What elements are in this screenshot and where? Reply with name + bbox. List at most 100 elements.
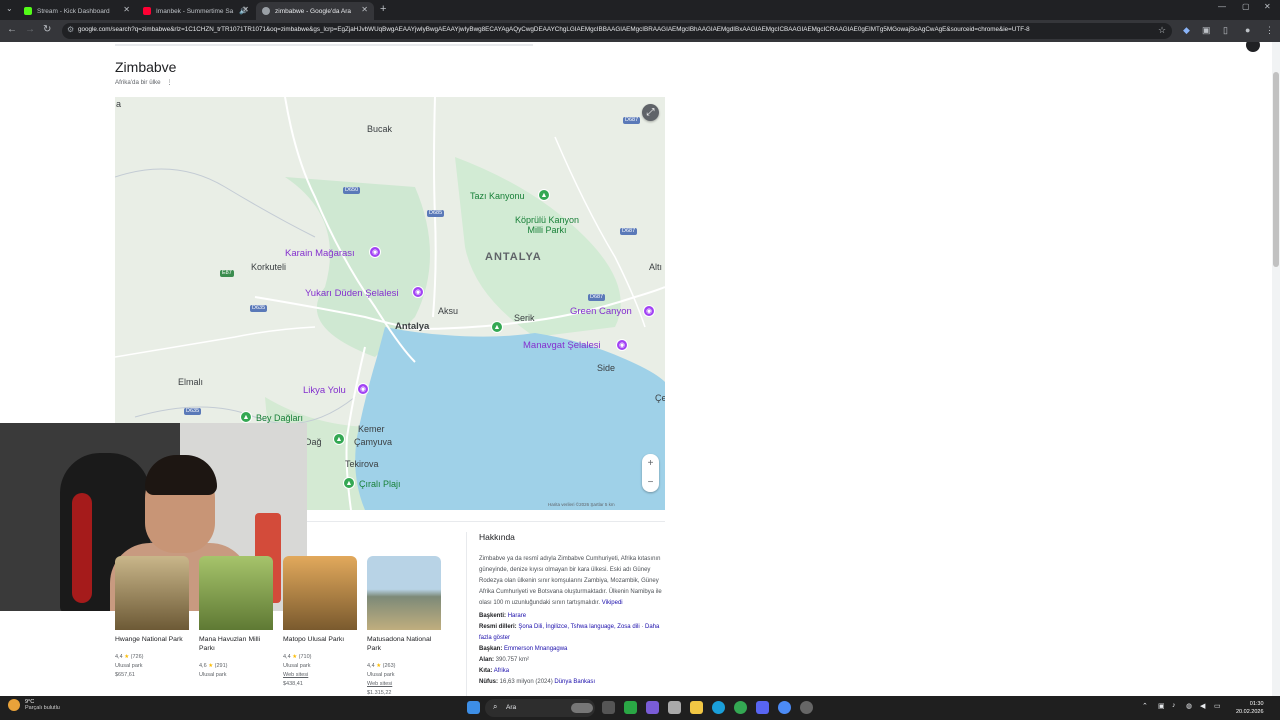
park-card[interactable]: Matusadona National Park 4,4 ★ (263) Ulu…: [367, 556, 441, 696]
site-info-icon[interactable]: ⚙: [67, 25, 74, 34]
forward-icon[interactable]: →: [25, 24, 35, 35]
park-pin-icon[interactable]: ▲: [491, 321, 503, 333]
park-price: $657,61: [115, 672, 135, 678]
battery-icon[interactable]: ▭: [1214, 702, 1221, 710]
park-pin-icon[interactable]: ▲: [343, 477, 355, 489]
map-label-side: Side: [597, 363, 616, 373]
poi-tazi-kanyonu[interactable]: Tazı Kanyonu: [470, 191, 525, 201]
tray-chevron-icon[interactable]: ⌃: [1142, 702, 1148, 710]
map-attribution[interactable]: Harita verileri ©2026 Şartlar 5 km: [548, 502, 615, 507]
zoom-out-icon[interactable]: −: [642, 473, 659, 492]
poi-manavgat[interactable]: Manavgat Şelalesi: [523, 340, 601, 351]
map-label-serik: Serik: [514, 313, 535, 323]
clock[interactable]: 01:30 20.02.2026: [1236, 700, 1264, 716]
expand-map-icon[interactable]: ⤢: [642, 104, 659, 121]
side-panel-icon[interactable]: ▯: [1223, 25, 1228, 36]
park-type: Ulusal park: [367, 672, 395, 678]
population-source-link[interactable]: Dünya Bankası: [554, 679, 595, 685]
file-explorer-icon[interactable]: [690, 701, 703, 714]
poi-karain[interactable]: Karain Mağarası: [285, 248, 355, 259]
minimize-icon[interactable]: —: [1218, 2, 1226, 11]
capital-link[interactable]: Harare: [508, 613, 526, 619]
more-options-icon[interactable]: ⋮: [167, 79, 173, 86]
poi-cirali-plaji[interactable]: Çıralı Plajı: [359, 479, 401, 489]
map-label-korkuteli: Korkuteli: [251, 262, 287, 272]
entity-title: Zimbabve: [115, 59, 177, 75]
chrome-active-icon[interactable]: [778, 701, 791, 714]
poi-yukari-duden[interactable]: Yukarı Düden Şelalesi: [305, 288, 398, 299]
poi-likya-yolu[interactable]: Likya Yolu: [303, 385, 346, 396]
close-icon[interactable]: ✕: [242, 5, 249, 14]
microphone-icon[interactable]: ♪: [1172, 702, 1176, 709]
tab-google[interactable]: zimbabwe - Google'da Ara ✕: [256, 2, 374, 20]
extensions-icon[interactable]: ▣: [1202, 25, 1211, 36]
fact-president: Başkan: Emmerson Mnangagwa: [479, 646, 568, 652]
discord-icon[interactable]: [756, 701, 769, 714]
close-icon[interactable]: ✕: [361, 5, 368, 14]
camera-pin-icon[interactable]: ◉: [616, 339, 628, 351]
scrollbar-thumb[interactable]: [1273, 72, 1279, 267]
park-card[interactable]: Matopo Ulusal Parkı 4,4 ★ (710) Ulusal p…: [283, 556, 357, 696]
poi-green-canyon[interactable]: Green Canyon: [570, 306, 632, 317]
app-icon[interactable]: [668, 701, 681, 714]
continent-link[interactable]: Afrika: [494, 668, 509, 674]
back-icon[interactable]: ←: [7, 24, 17, 35]
tab-search-icon[interactable]: ⌄: [6, 4, 13, 13]
edge-icon[interactable]: [712, 701, 725, 714]
url-text[interactable]: google.com/search?q=zimbabwe&rlz=1C1CHZN…: [78, 26, 1158, 33]
park-name: Matusadona National Park: [367, 636, 432, 652]
account-avatar[interactable]: [1246, 42, 1260, 52]
camera-pin-icon[interactable]: ◉: [369, 246, 381, 258]
park-card[interactable]: Mana Havuzları Milli Parkı 4,6 ★ (291) U…: [199, 556, 273, 696]
app-icon[interactable]: [624, 701, 637, 714]
maximize-icon[interactable]: ▢: [1242, 2, 1250, 11]
profile-icon[interactable]: ●: [1245, 25, 1250, 35]
taskbar-search[interactable]: ⌕ Ara: [485, 699, 595, 717]
wikipedia-link[interactable]: Vikipedi: [602, 600, 623, 606]
map-label-camyuva: Çamyuva: [354, 437, 393, 447]
camera-pin-icon[interactable]: ◉: [357, 383, 369, 395]
tray-app-icon[interactable]: ▣: [1158, 702, 1165, 710]
map-label-antalya-region: ANTALYA: [485, 251, 542, 263]
park-pin-icon[interactable]: ▲: [538, 189, 550, 201]
close-window-icon[interactable]: ✕: [1264, 2, 1271, 11]
camera-pin-icon[interactable]: ◉: [412, 286, 424, 298]
entity-subtitle-text: Afrika'da bir ülke: [115, 79, 161, 86]
bookmark-star-icon[interactable]: ☆: [1158, 25, 1166, 36]
poi-bey-daglari[interactable]: Bey Dağları: [256, 413, 303, 423]
park-pin-icon[interactable]: ▲: [333, 433, 345, 445]
app-icon[interactable]: [800, 701, 813, 714]
president-link[interactable]: Emmerson Mnangagwa: [504, 646, 567, 652]
park-website-link[interactable]: Web sitesi: [367, 681, 441, 687]
map-label-kemer: Kemer: [358, 424, 385, 434]
app-icon[interactable]: [646, 701, 659, 714]
new-tab-icon[interactable]: +: [380, 3, 386, 15]
park-website-link[interactable]: Web sitesi: [283, 672, 357, 678]
camera-pin-icon[interactable]: ◉: [643, 305, 655, 317]
page-scrollbar[interactable]: [1272, 42, 1280, 696]
park-card[interactable]: Hwange National Park 4,4 ★ (726) Ulusal …: [115, 556, 189, 696]
start-icon[interactable]: [467, 701, 480, 714]
about-heading: Hakkında: [479, 532, 515, 542]
task-view-icon[interactable]: [602, 701, 615, 714]
tab-kick[interactable]: Stream - Kick Dashboard ✕: [18, 2, 136, 20]
address-bar[interactable]: ⚙ google.com/search?q=zimbabwe&rlz=1C1CH…: [62, 23, 1172, 39]
network-icon[interactable]: ◍: [1186, 702, 1192, 710]
park-pin-icon[interactable]: ▲: [240, 411, 252, 423]
close-icon[interactable]: ✕: [123, 5, 130, 14]
road-shield: D687: [623, 117, 641, 124]
weather-widget[interactable]: 9°C Parçalı bulutlu: [8, 699, 60, 711]
poi-koprulu-kanyon[interactable]: Köprülü Kanyon Milli Parkı: [507, 215, 587, 235]
chrome-icon[interactable]: [734, 701, 747, 714]
languages-link[interactable]: Şona Dili, İngilizce, Tshwa language, Zo…: [518, 624, 639, 630]
volume-icon[interactable]: ◀: [1200, 702, 1205, 710]
section-divider: [307, 521, 665, 522]
park-name: Hwange National Park: [115, 636, 183, 643]
zoom-in-icon[interactable]: +: [642, 454, 659, 473]
menu-icon[interactable]: ⋮: [1265, 25, 1274, 36]
about-panel: Hakkında Zimbabve ya da resmî adıyla Zim…: [479, 532, 664, 688]
search-icon: ⌕: [493, 702, 498, 711]
reload-icon[interactable]: ↻: [43, 24, 51, 35]
tab-youtube[interactable]: Imanbek - Summertime Sa 🔊 ✕: [137, 2, 255, 20]
extension-shield-icon[interactable]: ◆: [1183, 25, 1190, 36]
